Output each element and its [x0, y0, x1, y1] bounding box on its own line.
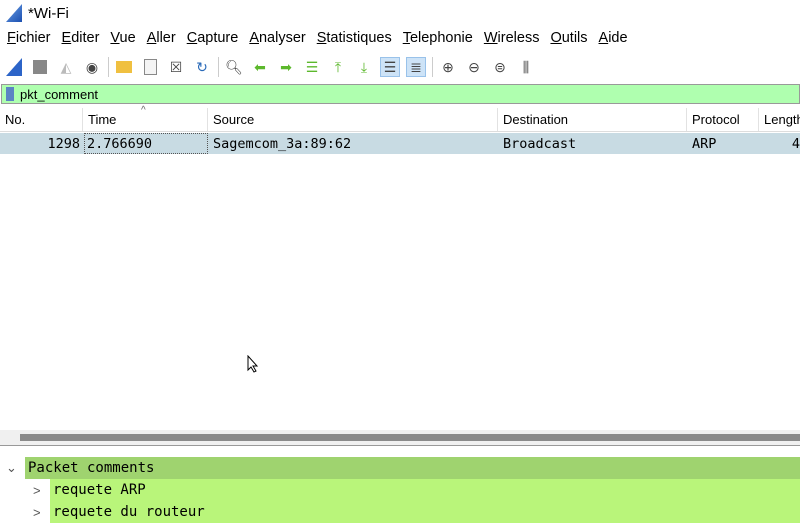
- cell-no: 1298: [47, 135, 80, 152]
- reload-file-icon[interactable]: ↻: [192, 57, 212, 77]
- column-destination[interactable]: Destination: [498, 108, 687, 131]
- cell-protocol: ARP: [692, 135, 717, 152]
- cell-source: Sagemcom_3a:89:62: [213, 135, 352, 152]
- menu-statistiques[interactable]: Statistiques: [317, 30, 392, 52]
- title-bar: *Wi-Fi: [0, 0, 800, 26]
- menu-analyser[interactable]: Analyser: [249, 30, 305, 52]
- window-title: *Wi-Fi: [28, 4, 69, 22]
- wireshark-logo-icon: [6, 4, 22, 22]
- detail-item-label: requete ARP: [50, 479, 800, 501]
- scrollbar-thumb[interactable]: [20, 434, 800, 441]
- bookmark-icon[interactable]: [6, 87, 14, 101]
- open-file-icon[interactable]: [114, 57, 134, 77]
- go-forward-icon[interactable]: ➡: [276, 57, 296, 77]
- zoom-normal-icon[interactable]: ⊜: [490, 57, 510, 77]
- menu-editer[interactable]: Editer: [62, 30, 100, 52]
- detail-packet-comments[interactable]: ⌄ Packet comments: [0, 457, 800, 479]
- autoscroll-icon[interactable]: ☰: [380, 57, 400, 77]
- capture-options-icon[interactable]: ◉: [82, 57, 102, 77]
- last-packet-icon[interactable]: ⤓: [354, 57, 374, 77]
- restart-capture-icon[interactable]: ◭: [56, 57, 76, 77]
- cell-destination: Broadcast: [503, 135, 577, 152]
- chevron-right-icon[interactable]: >: [33, 483, 41, 498]
- detail-item[interactable]: > requete du routeur: [0, 501, 800, 523]
- find-packet-icon[interactable]: 🔍︎: [224, 57, 244, 77]
- table-row[interactable]: 1298 2.766690 Sagemcom_3a:89:62 Broadcas…: [0, 133, 800, 154]
- close-file-icon[interactable]: ☒: [166, 57, 186, 77]
- colorize-icon[interactable]: ≣: [406, 57, 426, 77]
- display-filter-input[interactable]: pkt_comment: [1, 84, 800, 104]
- stop-capture-icon[interactable]: [30, 57, 50, 77]
- go-to-packet-icon[interactable]: ☰: [302, 57, 322, 77]
- column-source[interactable]: Source: [208, 108, 498, 131]
- start-capture-icon[interactable]: [4, 57, 24, 77]
- filter-value: pkt_comment: [20, 86, 99, 102]
- detail-title: Packet comments: [25, 457, 800, 479]
- menu-wireless[interactable]: Wireless: [484, 30, 540, 52]
- menu-vue[interactable]: Vue: [110, 30, 135, 52]
- packet-list-header: No. Time ^ Source Destination Protocol L…: [0, 105, 800, 132]
- column-no[interactable]: No.: [0, 108, 83, 131]
- menu-aide[interactable]: Aide: [599, 30, 628, 52]
- chevron-right-icon[interactable]: >: [33, 505, 41, 520]
- menu-telephonie[interactable]: Telephonie: [403, 30, 473, 52]
- detail-item-label: requete du routeur: [50, 501, 800, 523]
- first-packet-icon[interactable]: ⤒: [328, 57, 348, 77]
- zoom-out-icon[interactable]: ⊖: [464, 57, 484, 77]
- column-length[interactable]: Length: [759, 108, 800, 131]
- menu-aller[interactable]: Aller: [147, 30, 176, 52]
- detail-item[interactable]: > requete ARP: [0, 479, 800, 501]
- menu-fichier[interactable]: Fichier: [7, 30, 51, 52]
- save-file-icon[interactable]: [140, 57, 160, 77]
- cell-time: 2.766690: [84, 133, 208, 154]
- packet-details: ⌄ Packet comments > requete ARP > requet…: [0, 457, 800, 523]
- main-toolbar: ◭ ◉ ☒ ↻ 🔍︎ ⬅ ➡ ☰ ⤒ ⤓ ☰ ≣ ⊕ ⊖ ⊜ ⫼: [0, 54, 800, 80]
- cell-length: 4: [791, 135, 800, 152]
- go-back-icon[interactable]: ⬅: [250, 57, 270, 77]
- sort-ascending-icon: ^: [141, 105, 146, 116]
- menu-outils[interactable]: Outils: [550, 30, 587, 52]
- resize-columns-icon[interactable]: ⫼: [516, 57, 536, 77]
- zoom-in-icon[interactable]: ⊕: [438, 57, 458, 77]
- menu-capture[interactable]: Capture: [187, 30, 239, 52]
- menu-bar: Fichier Editer Vue Aller Capture Analyse…: [0, 30, 632, 52]
- chevron-down-icon[interactable]: ⌄: [6, 460, 17, 476]
- column-protocol[interactable]: Protocol: [687, 108, 759, 131]
- mouse-cursor-icon: [247, 355, 259, 373]
